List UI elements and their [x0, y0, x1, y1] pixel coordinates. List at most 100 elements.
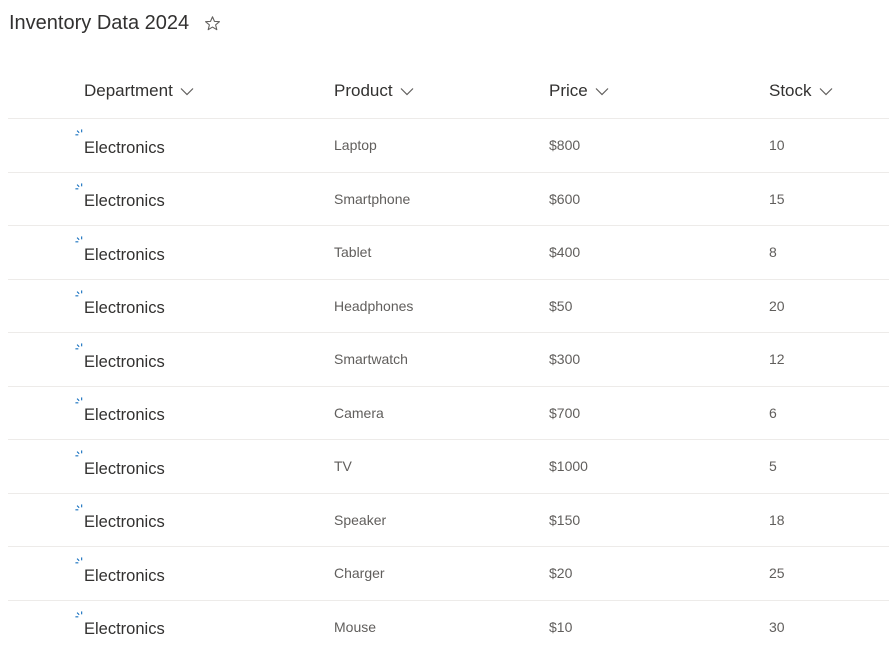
- department-value: Electronics: [84, 406, 165, 425]
- column-header-label: Product: [334, 81, 393, 101]
- stock-cell[interactable]: 25: [769, 547, 785, 600]
- stock-value: 8: [769, 244, 777, 260]
- department-value: Electronics: [84, 246, 165, 265]
- star-outline-icon[interactable]: [203, 14, 221, 32]
- column-header-price[interactable]: Price: [549, 64, 609, 118]
- price-cell[interactable]: $20: [549, 547, 572, 600]
- price-value: $50: [549, 298, 572, 314]
- column-header-product[interactable]: Product: [334, 64, 414, 118]
- department-cell[interactable]: Electronics: [84, 280, 165, 336]
- loading-spinner-icon: [75, 129, 85, 139]
- table-row[interactable]: Electronics Headphones $50 20: [8, 280, 889, 334]
- product-cell[interactable]: Tablet: [334, 226, 371, 279]
- department-cell[interactable]: Electronics: [84, 119, 165, 175]
- table-row[interactable]: Electronics Laptop $800 10: [8, 119, 889, 173]
- chevron-down-icon[interactable]: [180, 87, 194, 96]
- price-cell[interactable]: $700: [549, 387, 580, 440]
- department-cell[interactable]: Electronics: [84, 601, 165, 656]
- title-bar: Inventory Data 2024: [9, 8, 221, 38]
- list-body: Electronics Laptop $800 10 Electronics S…: [8, 119, 889, 653]
- department-value: Electronics: [84, 192, 165, 211]
- loading-spinner-icon: [75, 557, 85, 567]
- loading-spinner-icon: [75, 611, 85, 621]
- stock-value: 10: [769, 137, 785, 153]
- stock-cell[interactable]: 5: [769, 440, 777, 493]
- product-cell[interactable]: Camera: [334, 387, 384, 440]
- table-row[interactable]: Electronics Speaker $150 18: [8, 494, 889, 548]
- price-cell[interactable]: $800: [549, 119, 580, 172]
- department-cell[interactable]: Electronics: [84, 173, 165, 229]
- price-cell[interactable]: $1000: [549, 440, 588, 493]
- price-cell[interactable]: $50: [549, 280, 572, 333]
- stock-cell[interactable]: 12: [769, 333, 785, 386]
- table-row[interactable]: Electronics Mouse $10 30: [8, 601, 889, 654]
- department-value: Electronics: [84, 353, 165, 372]
- table-row[interactable]: Electronics TV $1000 5: [8, 440, 889, 494]
- stock-value: 20: [769, 298, 785, 314]
- loading-spinner-icon: [75, 450, 85, 460]
- loading-spinner-icon: [75, 183, 85, 193]
- stock-cell[interactable]: 10: [769, 119, 785, 172]
- table-row[interactable]: Electronics Smartwatch $300 12: [8, 333, 889, 387]
- product-value: Laptop: [334, 137, 377, 153]
- price-value: $700: [549, 405, 580, 421]
- table-row[interactable]: Electronics Smartphone $600 15: [8, 173, 889, 227]
- product-cell[interactable]: Smartphone: [334, 173, 410, 226]
- product-cell[interactable]: Laptop: [334, 119, 377, 172]
- product-cell[interactable]: Headphones: [334, 280, 413, 333]
- table-row[interactable]: Electronics Camera $700 6: [8, 387, 889, 441]
- department-value: Electronics: [84, 513, 165, 532]
- product-cell[interactable]: TV: [334, 440, 352, 493]
- product-value: Tablet: [334, 244, 371, 260]
- department-cell[interactable]: Electronics: [84, 494, 165, 550]
- column-header-department[interactable]: Department: [84, 64, 194, 118]
- stock-value: 25: [769, 565, 785, 581]
- price-value: $150: [549, 512, 580, 528]
- stock-cell[interactable]: 30: [769, 601, 785, 654]
- stock-value: 15: [769, 191, 785, 207]
- loading-spinner-icon: [75, 290, 85, 300]
- price-cell[interactable]: $300: [549, 333, 580, 386]
- stock-value: 6: [769, 405, 777, 421]
- product-cell[interactable]: Charger: [334, 547, 385, 600]
- inventory-list: Department Product Price Stock: [8, 64, 889, 653]
- chevron-down-icon[interactable]: [595, 87, 609, 96]
- product-cell[interactable]: Smartwatch: [334, 333, 408, 386]
- department-cell[interactable]: Electronics: [84, 333, 165, 389]
- stock-value: 12: [769, 351, 785, 367]
- table-row[interactable]: Electronics Charger $20 25: [8, 547, 889, 601]
- product-value: Smartphone: [334, 191, 410, 207]
- stock-cell[interactable]: 15: [769, 173, 785, 226]
- loading-spinner-icon: [75, 397, 85, 407]
- chevron-down-icon[interactable]: [819, 87, 833, 96]
- stock-cell[interactable]: 8: [769, 226, 777, 279]
- product-cell[interactable]: Mouse: [334, 601, 376, 654]
- product-value: Camera: [334, 405, 384, 421]
- column-header-label: Department: [84, 81, 173, 101]
- stock-value: 5: [769, 458, 777, 474]
- price-cell[interactable]: $600: [549, 173, 580, 226]
- product-value: Speaker: [334, 512, 386, 528]
- price-value: $300: [549, 351, 580, 367]
- price-cell[interactable]: $10: [549, 601, 572, 654]
- stock-cell[interactable]: 20: [769, 280, 785, 333]
- product-value: Mouse: [334, 619, 376, 635]
- department-cell[interactable]: Electronics: [84, 440, 165, 496]
- department-value: Electronics: [84, 620, 165, 639]
- stock-value: 18: [769, 512, 785, 528]
- price-value: $20: [549, 565, 572, 581]
- department-cell[interactable]: Electronics: [84, 547, 165, 603]
- stock-cell[interactable]: 18: [769, 494, 785, 547]
- product-cell[interactable]: Speaker: [334, 494, 386, 547]
- department-cell[interactable]: Electronics: [84, 387, 165, 443]
- loading-spinner-icon: [75, 236, 85, 246]
- chevron-down-icon[interactable]: [400, 87, 414, 96]
- stock-cell[interactable]: 6: [769, 387, 777, 440]
- department-cell[interactable]: Electronics: [84, 226, 165, 282]
- price-cell[interactable]: $400: [549, 226, 580, 279]
- table-row[interactable]: Electronics Tablet $400 8: [8, 226, 889, 280]
- price-cell[interactable]: $150: [549, 494, 580, 547]
- list-header-row: Department Product Price Stock: [8, 64, 889, 119]
- loading-spinner-icon: [75, 504, 85, 514]
- column-header-stock[interactable]: Stock: [769, 64, 833, 118]
